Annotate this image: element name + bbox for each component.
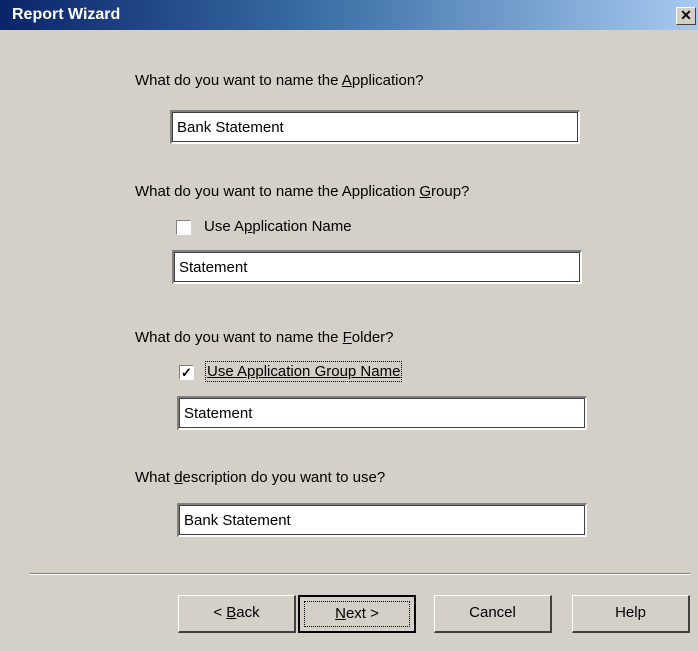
title-bar: Report Wizard ✕ — [0, 0, 698, 30]
back-button[interactable]: < Back — [178, 595, 296, 633]
application-name-value: Bank Statement — [177, 119, 284, 136]
folder-name-value: Statement — [184, 405, 253, 422]
application-group-field[interactable]: Statement — [172, 250, 582, 284]
close-button[interactable]: ✕ — [676, 7, 696, 25]
use-application-group-name-label[interactable]: Use Application Group Name — [204, 361, 403, 382]
use-application-group-name-checkbox[interactable]: ✓ — [179, 365, 194, 380]
close-icon: ✕ — [680, 7, 692, 23]
application-group-value: Statement — [179, 259, 248, 276]
application-name-field[interactable]: Bank Statement — [170, 110, 580, 144]
cancel-button[interactable]: Cancel — [434, 595, 552, 633]
separator — [30, 573, 690, 575]
use-application-name-checkbox[interactable] — [176, 220, 191, 235]
window-title: Report Wizard — [12, 6, 121, 23]
use-application-name-label[interactable]: Use Application Name — [204, 218, 352, 235]
report-wizard-window: Report Wizard ✕ What do you want to name… — [0, 0, 698, 651]
folder-question: What do you want to name the Folder? — [135, 329, 394, 346]
description-field[interactable]: Bank Statement — [177, 503, 587, 537]
description-question: What description do you want to use? — [135, 469, 386, 486]
application-group-question: What do you want to name the Application… — [135, 183, 470, 200]
next-button[interactable]: Next > — [298, 595, 416, 633]
folder-name-field[interactable]: Statement — [177, 396, 587, 430]
description-value: Bank Statement — [184, 512, 291, 529]
application-name-question: What do you want to name the Application… — [135, 72, 424, 89]
help-button[interactable]: Help — [572, 595, 690, 633]
check-icon: ✓ — [181, 365, 192, 380]
